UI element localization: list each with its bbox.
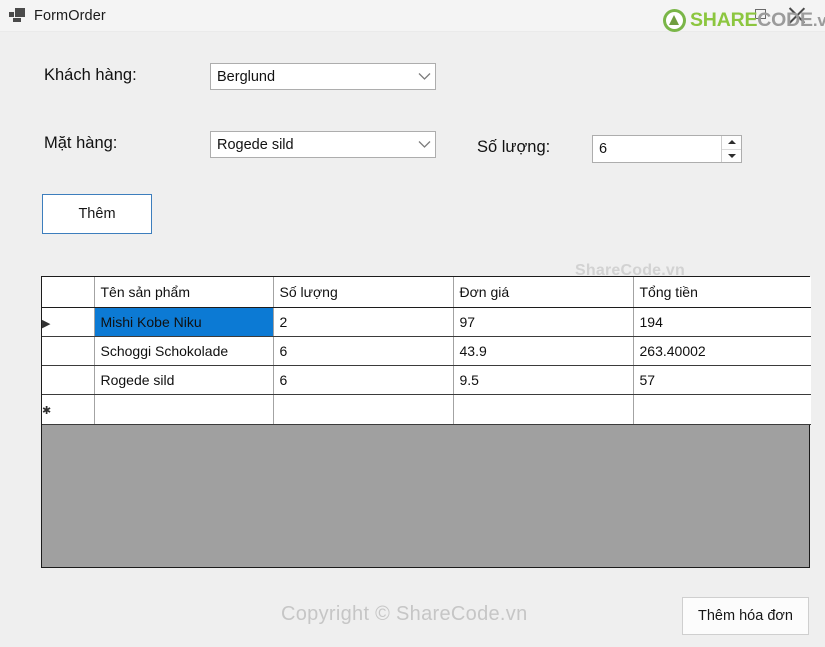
customer-label: Khách hàng:: [44, 66, 137, 84]
table-header: Tên sản phẩm Số lượng Đơn giá Tổng tiền: [42, 277, 811, 308]
row-selector-cell-new[interactable]: ✱: [42, 394, 95, 425]
cell-unit-price[interactable]: 97: [453, 307, 634, 337]
cell-quantity[interactable]: 6: [273, 336, 454, 366]
add-button[interactable]: Thêm: [42, 194, 152, 234]
table-header-row: Tên sản phẩm Số lượng Đơn giá Tổng tiền: [42, 277, 811, 308]
cell-product-name[interactable]: [94, 394, 274, 425]
cell-quantity[interactable]: [273, 394, 454, 425]
cell-product-name[interactable]: Rogede sild: [94, 365, 274, 395]
spin-up-button[interactable]: [722, 136, 741, 150]
order-items-table: Tên sản phẩm Số lượng Đơn giá Tổng tiền …: [42, 277, 811, 425]
cell-quantity[interactable]: 2: [273, 307, 454, 337]
logo-vn-text: .vn: [812, 10, 825, 30]
sharecode-logo: SHARECODE.vn: [663, 9, 825, 32]
cell-total[interactable]: 263.40002: [633, 336, 811, 366]
spin-down-button[interactable]: [722, 149, 741, 162]
cell-total[interactable]: 194: [633, 307, 811, 337]
quantity-label: Số lượng:: [477, 138, 551, 156]
chevron-down-icon: [413, 140, 435, 149]
product-label: Mặt hàng:: [44, 134, 118, 152]
table-row[interactable]: ▶ Mishi Kobe Niku 2 97 194: [42, 307, 811, 337]
recycle-logo-icon: [663, 9, 686, 32]
logo-share-text: SHARE: [690, 8, 758, 31]
new-row-asterisk-icon: ✱: [42, 405, 52, 417]
cell-total[interactable]: 57: [633, 365, 811, 395]
customer-combobox[interactable]: Berglund: [210, 63, 436, 90]
quantity-spin-buttons: [721, 136, 741, 162]
row-selector-arrow-icon: ▶: [42, 317, 51, 330]
product-combobox[interactable]: Rogede sild: [210, 131, 436, 158]
row-selector-cell[interactable]: ▶: [42, 307, 95, 337]
table-row-new[interactable]: ✱: [42, 394, 811, 425]
cell-unit-price[interactable]: 43.9: [453, 336, 634, 366]
order-items-grid[interactable]: Tên sản phẩm Số lượng Đơn giá Tổng tiền …: [41, 276, 811, 568]
cell-unit-price[interactable]: 9.5: [453, 365, 634, 395]
form-icon: [9, 8, 25, 23]
column-header-total[interactable]: Tổng tiền: [633, 277, 811, 308]
cell-unit-price[interactable]: [453, 394, 634, 425]
cell-total[interactable]: [633, 394, 811, 425]
row-selector-cell[interactable]: [42, 336, 95, 366]
customer-combobox-value: Berglund: [217, 68, 276, 85]
column-header-product-name[interactable]: Tên sản phẩm: [94, 277, 274, 308]
quantity-stepper[interactable]: 6: [592, 135, 742, 163]
table-row[interactable]: Schoggi Schokolade 6 43.9 263.40002: [42, 336, 811, 366]
add-invoice-button[interactable]: Thêm hóa đơn: [682, 597, 809, 635]
column-header-quantity[interactable]: Số lượng: [273, 277, 454, 308]
column-header-unit-price[interactable]: Đơn giá: [453, 277, 634, 308]
window-title: FormOrder: [34, 7, 106, 24]
table-body: ▶ Mishi Kobe Niku 2 97 194 Schoggi Schok…: [42, 307, 811, 425]
cell-quantity[interactable]: 6: [273, 365, 454, 395]
titlebar-left-group: FormOrder: [9, 0, 106, 31]
logo-code-text: CODE: [757, 8, 813, 31]
column-header-selector[interactable]: [42, 277, 95, 308]
table-row[interactable]: Rogede sild 6 9.5 57: [42, 365, 811, 395]
cell-product-name[interactable]: Mishi Kobe Niku: [94, 307, 274, 337]
quantity-input[interactable]: 6: [593, 136, 721, 162]
chevron-down-icon: [413, 72, 435, 81]
copyright-watermark: Copyright © ShareCode.vn: [281, 603, 528, 625]
row-selector-cell[interactable]: [42, 365, 95, 395]
cell-product-name[interactable]: Schoggi Schokolade: [94, 336, 274, 366]
product-combobox-value: Rogede sild: [217, 136, 294, 153]
